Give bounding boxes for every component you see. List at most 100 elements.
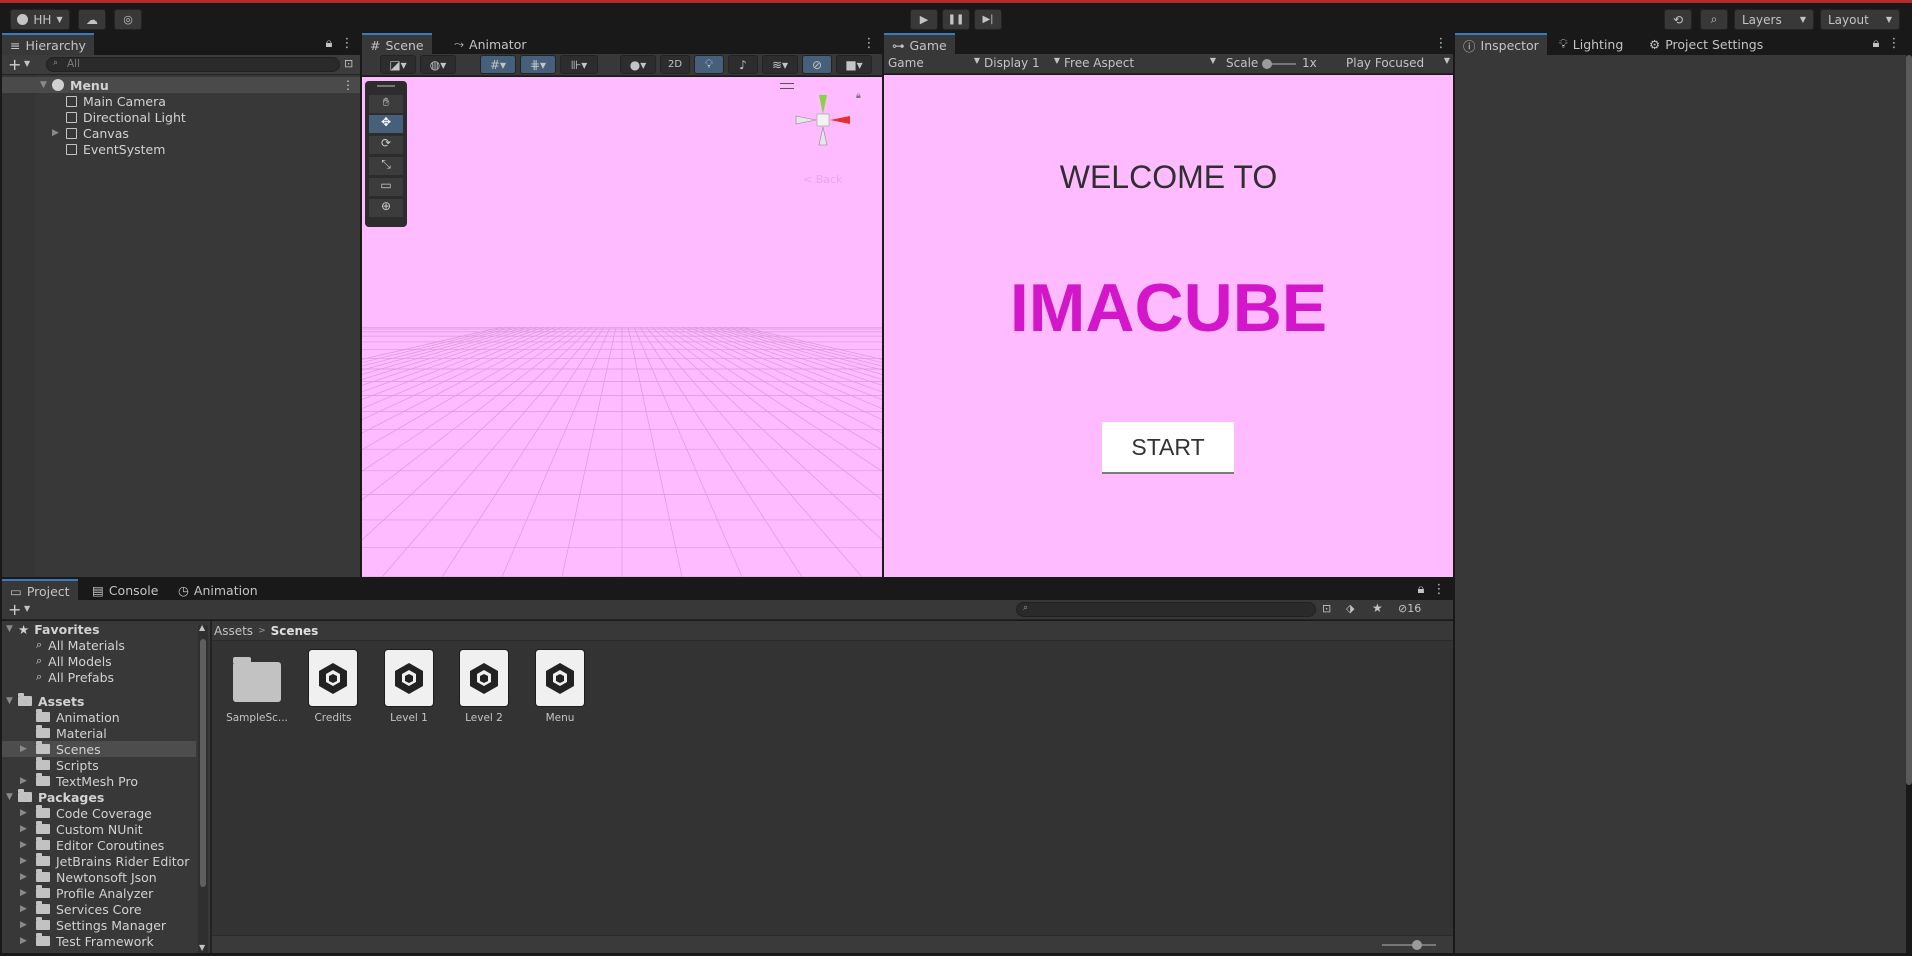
expand-arrow-icon[interactable]: ▶: [20, 808, 36, 818]
package-item[interactable]: ▶ JetBrains Rider Editor: [20, 853, 189, 869]
favorite-item[interactable]: ⌕ All Models: [36, 653, 112, 669]
zoom-slider[interactable]: [1382, 940, 1436, 950]
expand-arrow-icon[interactable]: ▶: [20, 744, 36, 754]
tab-game[interactable]: ⊶ Game: [884, 33, 955, 55]
lighting-toggle[interactable]: 💡︎: [694, 55, 724, 74]
more-options-icon[interactable]: ⋮: [342, 78, 354, 92]
expand-arrow-icon[interactable]: ▶: [20, 920, 36, 930]
increment-snap-button[interactable]: ⋕▾: [520, 55, 556, 74]
scene-visibility-icon[interactable]: ⊡: [344, 57, 353, 70]
assets-header[interactable]: ▼ Assets: [6, 693, 84, 709]
effects-toggle[interactable]: ≋▾: [762, 55, 798, 74]
asset-scene-credits[interactable]: Credits: [295, 650, 371, 740]
expand-arrow-icon[interactable]: ▶: [20, 904, 36, 914]
expand-arrow-icon[interactable]: ▶: [20, 776, 36, 786]
render-mode-button[interactable]: ◍▾: [420, 55, 456, 74]
layers-dropdown[interactable]: Layers ▼: [1734, 9, 1814, 30]
scale-slider-thumb[interactable]: [1262, 59, 1272, 69]
expand-arrow-icon[interactable]: ▶: [20, 936, 36, 946]
game-select-dropdown[interactable]: Game ▼: [888, 56, 980, 72]
lock-icon[interactable]: 🔒︎: [1414, 583, 1428, 597]
more-options-icon[interactable]: ⋮: [340, 37, 354, 51]
packages-header[interactable]: ▼ Packages: [6, 789, 104, 805]
add-icon[interactable]: +: [8, 55, 21, 74]
visibility-toggle[interactable]: ⊘: [802, 55, 832, 74]
asset-scene-level-1[interactable]: Level 1: [371, 650, 447, 740]
chevron-down-icon[interactable]: ▼: [199, 943, 205, 952]
favorite-item[interactable]: ⌕ All Materials: [36, 637, 125, 653]
lock-icon[interactable]: 🔒︎: [322, 37, 336, 51]
play-button[interactable]: ▶: [910, 9, 938, 30]
ruler-button[interactable]: ⊪▾: [560, 55, 598, 74]
more-options-icon[interactable]: ⋮: [862, 37, 876, 51]
hand-tool[interactable]: ✋︎: [369, 95, 403, 113]
favorite-item[interactable]: ⌕ All Prefabs: [36, 669, 114, 685]
scale-slider[interactable]: [1262, 59, 1296, 69]
more-options-icon[interactable]: ⋮: [1887, 37, 1901, 51]
rect-tool[interactable]: ▭: [369, 178, 403, 196]
more-options-icon[interactable]: ⋮: [1434, 37, 1448, 51]
draw-mode-button[interactable]: ◪▾: [380, 55, 416, 74]
sidebar-scrollbar[interactable]: ▲ ▼: [198, 623, 208, 953]
window-scrollbar[interactable]: [1906, 55, 1912, 785]
tab-scene[interactable]: # Scene: [362, 33, 432, 55]
display-dropdown[interactable]: Display 1 ▼: [984, 56, 1060, 72]
hierarchy-search-input[interactable]: ⌕ All: [46, 57, 340, 72]
asset-scene-level-2[interactable]: Level 2: [446, 650, 522, 740]
search-button[interactable]: ⌕: [1700, 9, 1728, 30]
asset-folder-scripts[interactable]: Scripts: [36, 757, 99, 773]
more-options-icon[interactable]: ⋮: [1432, 583, 1446, 597]
tab-hierarchy[interactable]: ≡ Hierarchy: [2, 33, 94, 55]
expand-arrow-icon[interactable]: ▶: [20, 824, 36, 834]
tab-project-settings[interactable]: ⚙ Project Settings: [1641, 33, 1771, 55]
expand-arrow-icon[interactable]: ▼: [6, 624, 18, 634]
camera-button[interactable]: ■▾: [836, 55, 872, 74]
chevron-down-icon[interactable]: ▼: [24, 604, 30, 613]
game-viewport[interactable]: WELCOME TO IMACUBE: [884, 75, 1453, 577]
2d-toggle[interactable]: 2D: [660, 55, 690, 74]
favorite-star-icon[interactable]: ★: [1372, 601, 1383, 615]
sidebar-scrollbar-thumb[interactable]: [200, 639, 206, 887]
rotate-tool[interactable]: ⟳: [369, 136, 403, 154]
play-mode-dropdown[interactable]: Play Focused ▼: [1346, 56, 1450, 72]
package-item[interactable]: ▶ Newtonsoft Json: [20, 869, 157, 885]
drag-handle[interactable]: [377, 85, 395, 87]
orientation-gizmo[interactable]: [792, 89, 862, 169]
step-button[interactable]: ▶|: [974, 9, 1002, 30]
chevron-up-icon[interactable]: ▲: [199, 623, 205, 632]
account-dropdown[interactable]: HH ▼: [10, 9, 70, 30]
package-item[interactable]: ▶ Editor Coroutines: [20, 837, 164, 853]
asset-folder-material[interactable]: Material: [36, 725, 107, 741]
audio-toggle[interactable]: ♪: [728, 55, 758, 74]
favorites-header[interactable]: ▼ ★ Favorites: [6, 621, 100, 637]
expand-arrow-icon[interactable]: ▶: [52, 128, 66, 138]
expand-arrow-icon[interactable]: ▶: [20, 856, 36, 866]
filter-by-label-icon[interactable]: ⬗: [1346, 602, 1354, 615]
package-item[interactable]: ▶ Profile Analyzer: [20, 885, 153, 901]
tab-console[interactable]: ▤ Console: [84, 579, 166, 601]
tab-inspector[interactable]: ⓘ Inspector: [1455, 33, 1547, 55]
move-tool[interactable]: ✥: [369, 115, 403, 133]
asset-folder-scenes[interactable]: ▶ Scenes: [2, 741, 196, 757]
breadcrumb-scenes[interactable]: Scenes: [271, 624, 319, 638]
search-by-type-icon[interactable]: ⊡: [1322, 602, 1331, 615]
transform-tool[interactable]: ⊕: [369, 199, 403, 217]
asset-scene-menu[interactable]: Menu: [522, 650, 598, 740]
collab-button[interactable]: ◎: [114, 9, 142, 30]
package-item[interactable]: ▶ Services Core: [20, 901, 142, 917]
package-item[interactable]: ▶ Code Coverage: [20, 805, 152, 821]
expand-arrow-icon[interactable]: ▶: [20, 888, 36, 898]
tab-project[interactable]: ▭ Project: [2, 579, 78, 601]
shading-mode-button[interactable]: ●▾: [620, 55, 656, 74]
grid-snap-button[interactable]: #▾: [480, 55, 516, 74]
history-button[interactable]: ⟲: [1664, 9, 1692, 30]
expand-arrow-icon[interactable]: ▶: [20, 872, 36, 882]
pause-button[interactable]: ❚❚: [942, 9, 970, 30]
tab-animator[interactable]: ⤳ Animator: [446, 33, 535, 55]
asset-folder-animation[interactable]: Animation: [36, 709, 120, 725]
asset-samplescene-folder[interactable]: SampleSc...: [219, 650, 295, 740]
hierarchy-item-directional-light[interactable]: Directional Light: [66, 109, 186, 125]
lock-icon[interactable]: 🔒︎: [1869, 37, 1883, 51]
gizmo-lock-icon[interactable]: 🔒︎: [856, 91, 861, 101]
package-item[interactable]: ▶ Custom NUnit: [20, 821, 143, 837]
